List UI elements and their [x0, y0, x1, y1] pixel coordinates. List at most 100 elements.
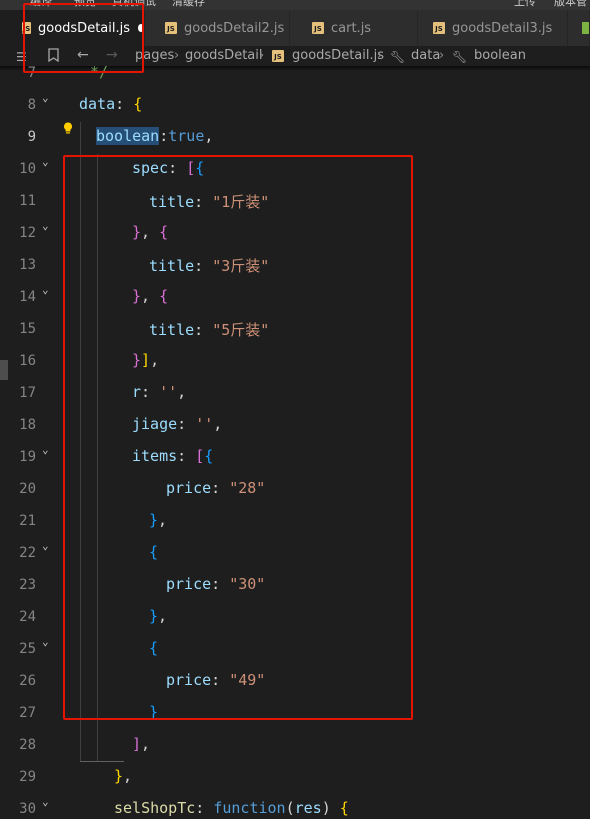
- line-number: 8: [27, 97, 36, 113]
- indent-guide: [80, 761, 124, 762]
- code-line: r: '',: [132, 383, 187, 401]
- file-icon: [582, 22, 589, 34]
- tab-goodsdetail3-js[interactable]: JS goodsDetail3.js: [418, 10, 568, 46]
- code-highlight-box: [63, 155, 413, 720]
- fold-chevron-icon[interactable]: ⌄: [42, 539, 49, 552]
- tab-label: goodsDetail3.js: [452, 20, 553, 36]
- menu-upload[interactable]: 上传: [514, 0, 536, 9]
- line-number: 27: [19, 705, 36, 721]
- wrench-icon: 🔧︎: [452, 50, 468, 64]
- menu-device-debug[interactable]: 真机调试: [112, 0, 156, 9]
- code-line: title: "5斤装": [149, 321, 270, 339]
- code-line: jiage: '',: [132, 415, 223, 433]
- js-file-icon: JS: [433, 22, 445, 34]
- code-line: price: "49": [166, 671, 266, 689]
- breadcrumb-data[interactable]: data: [411, 48, 440, 63]
- line-number: 15: [19, 321, 36, 337]
- code-line: },: [149, 607, 168, 625]
- chevron-right-icon: ›: [377, 48, 383, 63]
- fold-chevron-icon[interactable]: ⌄: [42, 443, 49, 456]
- code-line: */: [90, 63, 109, 81]
- fold-chevron-icon[interactable]: ⌄: [42, 795, 49, 808]
- line-number: 9: [27, 129, 36, 145]
- lightbulb-icon[interactable]: [63, 122, 73, 135]
- line-number: 16: [19, 353, 36, 369]
- js-file-icon: JS: [312, 22, 324, 34]
- code-line: }, {: [132, 287, 169, 305]
- line-number: 22: [19, 545, 36, 561]
- code-line: title: "1斤装": [149, 193, 270, 211]
- code-line: boolean:true,: [96, 127, 214, 145]
- line-number: 13: [19, 257, 36, 273]
- js-file-icon: JS: [22, 22, 31, 34]
- code-line: }, {: [132, 223, 169, 241]
- line-number: 20: [19, 481, 36, 497]
- breadcrumb-boolean[interactable]: boolean: [474, 48, 526, 63]
- code-line: price: "30": [166, 575, 266, 593]
- line-number: 14: [19, 289, 36, 305]
- fold-chevron-icon[interactable]: ⌄: [42, 155, 49, 168]
- menu-version[interactable]: 版本管: [554, 0, 587, 9]
- fold-chevron-icon[interactable]: ⌄: [42, 91, 49, 104]
- tab-goodsdetail2-js[interactable]: JS goodsDetail2.js: [145, 10, 290, 46]
- chevron-right-icon: ›: [174, 48, 180, 63]
- code-line: {: [149, 543, 159, 561]
- js-file-icon: JS: [165, 22, 177, 34]
- code-line: data: {: [79, 95, 143, 113]
- tab-label: goodsDetail.js: [38, 20, 130, 36]
- code-line: {: [149, 639, 159, 657]
- code-line: },: [114, 767, 133, 785]
- fold-chevron-icon[interactable]: ⌄: [42, 283, 49, 296]
- line-number: 23: [19, 577, 36, 593]
- menu-compile[interactable]: 编译: [30, 0, 52, 9]
- js-file-icon: JS: [272, 50, 284, 62]
- code-line: spec: [{: [132, 159, 205, 177]
- breadcrumb: ☰ ← → pages › goodsDetail › JS goodsDeta…: [0, 46, 590, 66]
- indent-guide: [80, 122, 81, 762]
- top-menu-bar: 编译 预览 真机调试 清缓存 上传 版本管: [0, 0, 590, 10]
- line-number: 11: [19, 193, 36, 209]
- fold-chevron-icon[interactable]: ⌄: [42, 219, 49, 232]
- code-line: },: [149, 511, 168, 529]
- line-number: 21: [19, 513, 36, 529]
- line-number: 12: [19, 225, 36, 241]
- tab-label: cart.js: [331, 20, 372, 36]
- breadcrumb-pages[interactable]: pages: [135, 48, 174, 63]
- code-line: items: [{: [132, 447, 214, 465]
- line-number: 25: [19, 641, 36, 657]
- chevron-right-icon: ›: [259, 48, 265, 63]
- breadcrumb-file[interactable]: goodsDetail.js: [292, 48, 384, 63]
- tab-label: goodsDetail2.js: [184, 20, 285, 36]
- line-number: 7: [27, 65, 36, 81]
- bookmark-icon[interactable]: [48, 48, 59, 65]
- line-number: 28: [19, 737, 36, 753]
- line-number: 26: [19, 673, 36, 689]
- code-line: selShopTc: function(res) {: [114, 799, 349, 817]
- fold-chevron-icon[interactable]: ⌄: [42, 635, 49, 648]
- line-number: 19: [19, 449, 36, 465]
- code-line: ],: [132, 735, 151, 753]
- code-line: price: "28": [166, 479, 266, 497]
- line-number: 18: [19, 417, 36, 433]
- editor-tab-bar: JS goodsDetail.js JS goodsDetail2.js JS …: [0, 10, 590, 46]
- forward-arrow-icon[interactable]: →: [106, 47, 118, 63]
- tab-goodsdetail-js[interactable]: JS goodsDetail.js: [0, 10, 145, 46]
- line-number: 29: [19, 769, 36, 785]
- wrench-icon: 🔧︎: [390, 50, 406, 64]
- chevron-right-icon: ›: [439, 48, 445, 63]
- code-line: }: [149, 703, 159, 721]
- line-number: 24: [19, 609, 36, 625]
- code-line: title: "3斤装": [149, 257, 270, 275]
- menu-clear-cache[interactable]: 清缓存: [172, 0, 205, 9]
- indent-guide: [97, 154, 98, 762]
- breadcrumb-goodsdetail[interactable]: goodsDetail: [185, 48, 262, 63]
- unsaved-dot-icon[interactable]: [138, 24, 144, 32]
- back-arrow-icon[interactable]: ←: [77, 47, 89, 63]
- scroll-shadow: [0, 66, 590, 71]
- tab-overflow[interactable]: [568, 10, 590, 46]
- menu-preview[interactable]: 预览: [74, 0, 96, 9]
- list-icon[interactable]: ☰: [16, 50, 27, 64]
- line-number: 30: [19, 801, 36, 817]
- line-number: 17: [19, 385, 36, 401]
- tab-cart-js[interactable]: JS cart.js: [290, 10, 418, 46]
